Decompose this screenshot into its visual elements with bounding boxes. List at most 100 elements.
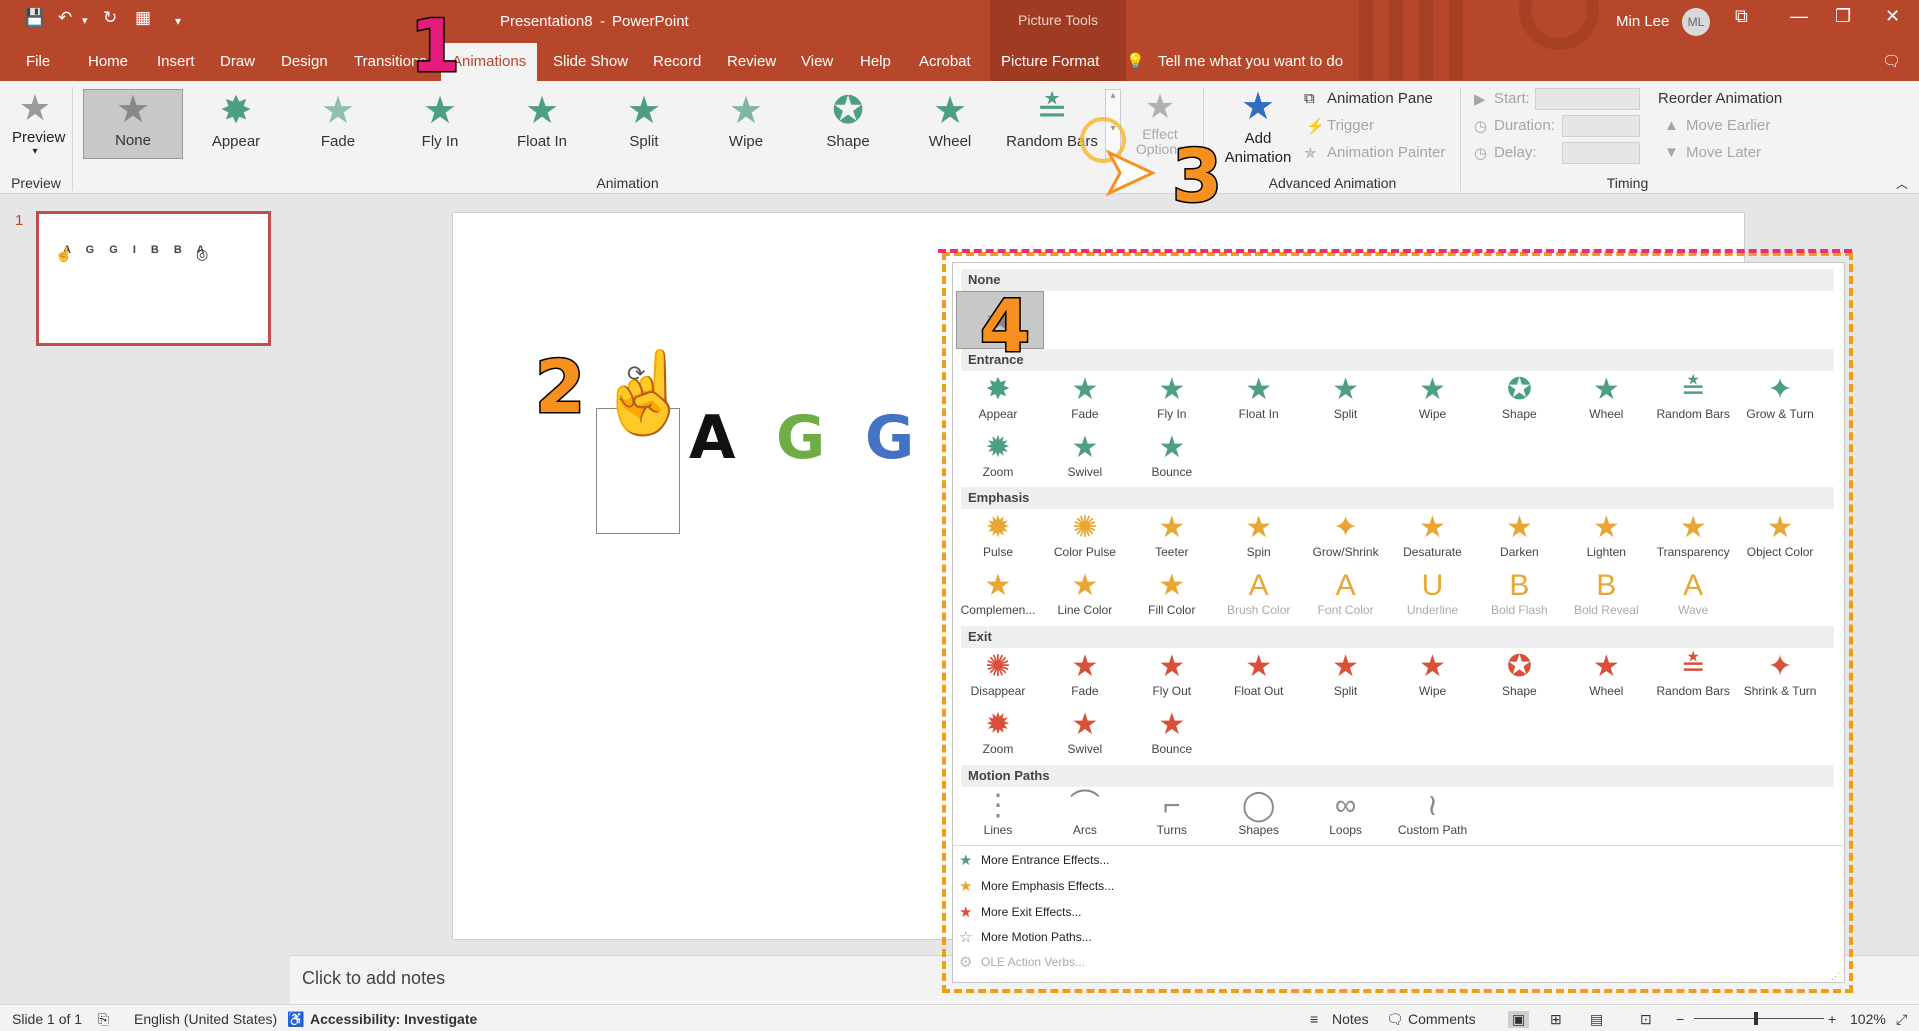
effect-emphasis-11[interactable]: ★ Line Color: [1042, 569, 1128, 627]
effect-entrance-8[interactable]: ≛ Random Bars: [1650, 373, 1736, 431]
effect-entrance-0[interactable]: ✸ Appear: [955, 373, 1041, 431]
effect-exit-5[interactable]: ★ Wipe: [1390, 650, 1476, 708]
effect-entrance-1[interactable]: ★ Fade: [1042, 373, 1128, 431]
gallery-float-in[interactable]: ★ Float In: [492, 91, 592, 155]
present-icon[interactable]: ▦: [135, 8, 151, 28]
effect-emphasis-5[interactable]: ★ Desaturate: [1390, 511, 1476, 569]
comments-button[interactable]: Comments: [1408, 1011, 1476, 1027]
move-later-button[interactable]: Move Later: [1686, 144, 1761, 161]
effect-exit-4[interactable]: ★ Split: [1303, 650, 1389, 708]
more-exit-effects[interactable]: ★ More Exit Effects...: [959, 904, 1081, 921]
slideshow-icon[interactable]: ⊡: [1640, 1011, 1652, 1028]
effect-emphasis-17[interactable]: B Bold Reveal: [1563, 569, 1649, 627]
effect-emphasis-1[interactable]: ✺ Color Pulse: [1042, 511, 1128, 569]
close-icon[interactable]: ✕: [1885, 6, 1900, 27]
tab-acrobat[interactable]: Acrobat: [919, 46, 971, 81]
tab-record[interactable]: Record: [653, 46, 701, 81]
avatar[interactable]: ML: [1682, 8, 1710, 36]
animation-painter-button[interactable]: Animation Painter: [1327, 144, 1445, 161]
effect-motion-0[interactable]: ⋮ Lines: [955, 789, 1041, 847]
effect-entrance-3[interactable]: ★ Float In: [1216, 373, 1302, 431]
delay-input[interactable]: [1562, 142, 1640, 164]
effect-emphasis-2[interactable]: ★ Teeter: [1129, 511, 1215, 569]
effect-emphasis-15[interactable]: U Underline: [1390, 569, 1476, 627]
maximize-icon[interactable]: ❐: [1835, 6, 1851, 27]
notes-placeholder[interactable]: Click to add notes: [302, 968, 445, 989]
tab-help[interactable]: Help: [860, 46, 891, 81]
tab-draw[interactable]: Draw: [220, 46, 255, 81]
effect-emphasis-14[interactable]: A Font Color: [1303, 569, 1389, 627]
spelling-icon[interactable]: ⎘: [98, 1011, 109, 1028]
tab-picture-format[interactable]: Picture Format: [1001, 46, 1099, 81]
gallery-wheel[interactable]: ★ Wheel: [900, 91, 1000, 155]
effect-emphasis-7[interactable]: ★ Lighten: [1563, 511, 1649, 569]
effect-emphasis-10[interactable]: ★ Complemen...: [955, 569, 1041, 627]
effect-exit-10[interactable]: ✹ Zoom: [955, 708, 1041, 766]
effect-motion-1[interactable]: ⌒ Arcs: [1042, 789, 1128, 847]
trigger-button[interactable]: Trigger: [1327, 117, 1374, 134]
slide-letter-g[interactable]: G: [776, 403, 825, 473]
save-icon[interactable]: 💾: [24, 8, 45, 28]
effect-exit-3[interactable]: ★ Float Out: [1216, 650, 1302, 708]
fit-slide-icon[interactable]: ⤢: [1896, 1011, 1907, 1028]
tab-design[interactable]: Design: [281, 46, 328, 81]
effect-emphasis-18[interactable]: A Wave: [1650, 569, 1736, 627]
redo-icon[interactable]: ↻: [103, 8, 117, 28]
effect-emphasis-0[interactable]: ✹ Pulse: [955, 511, 1041, 569]
tab-home[interactable]: Home: [88, 46, 128, 81]
effect-entrance-2[interactable]: ★ Fly In: [1129, 373, 1215, 431]
accessibility-status[interactable]: Accessibility: Investigate: [310, 1011, 477, 1027]
effect-exit-6[interactable]: ✪ Shape: [1476, 650, 1562, 708]
slide-thumbnail[interactable]: A G G I B B A ☝ ◎: [36, 211, 271, 346]
effect-motion-2[interactable]: ⌐ Turns: [1129, 789, 1215, 847]
slide-letter-g-blue[interactable]: G: [865, 403, 914, 473]
notes-button[interactable]: Notes: [1332, 1011, 1369, 1027]
zoom-level[interactable]: 102%: [1850, 1011, 1886, 1027]
collapse-ribbon-icon[interactable]: ︿: [1896, 175, 1908, 192]
effect-entrance-9[interactable]: ✦ Grow & Turn: [1737, 373, 1823, 431]
preview-button[interactable]: ★ Preview ▾: [12, 87, 65, 157]
effect-motion-5[interactable]: ≀ Custom Path: [1390, 789, 1476, 847]
effect-exit-12[interactable]: ★ Bounce: [1129, 708, 1215, 766]
comments-icon[interactable]: 🗨: [1882, 46, 1901, 81]
effect-exit-1[interactable]: ★ Fade: [1042, 650, 1128, 708]
effect-emphasis-9[interactable]: ★ Object Color: [1737, 511, 1823, 569]
effect-entrance-6[interactable]: ✪ Shape: [1476, 373, 1562, 431]
effect-emphasis-12[interactable]: ★ Fill Color: [1129, 569, 1215, 627]
more-emphasis-effects[interactable]: ★ More Emphasis Effects...: [959, 878, 1114, 895]
tab-view[interactable]: View: [801, 46, 833, 81]
more-motion-paths[interactable]: ☆ More Motion Paths...: [959, 929, 1092, 946]
add-animation-button[interactable]: ★ Add Animation: [1213, 85, 1303, 167]
gallery-none[interactable]: ★ None: [83, 89, 183, 159]
gallery-fade[interactable]: ★ Fade: [288, 91, 388, 155]
reading-view-icon[interactable]: ▤: [1590, 1011, 1603, 1028]
effect-emphasis-6[interactable]: ★ Darken: [1476, 511, 1562, 569]
rotate-handle-icon[interactable]: ⟳: [627, 361, 645, 387]
undo-icon[interactable]: ↶: [58, 8, 72, 28]
gallery-appear[interactable]: ✸ Appear: [186, 91, 286, 155]
effect-exit-9[interactable]: ✦ Shrink & Turn: [1737, 650, 1823, 708]
zoom-slider-thumb[interactable]: [1754, 1012, 1758, 1025]
gallery-shape[interactable]: ✪ Shape: [798, 91, 898, 155]
gallery-fly-in[interactable]: ★ Fly In: [390, 91, 490, 155]
animation-pane-button[interactable]: Animation Pane: [1327, 90, 1433, 107]
resize-grip-icon[interactable]: ⋰: [1831, 971, 1840, 982]
effect-entrance-12[interactable]: ★ Bounce: [1129, 431, 1215, 489]
tell-me-search[interactable]: Tell me what you want to do: [1158, 46, 1343, 81]
effect-entrance-11[interactable]: ★ Swivel: [1042, 431, 1128, 489]
gallery-wipe[interactable]: ★ Wipe: [696, 91, 796, 155]
customize-qat-icon[interactable]: ▾: [175, 14, 181, 28]
effect-exit-7[interactable]: ★ Wheel: [1563, 650, 1649, 708]
tab-insert[interactable]: Insert: [157, 46, 195, 81]
tab-file[interactable]: File: [26, 46, 50, 81]
move-earlier-button[interactable]: Move Earlier: [1686, 117, 1770, 134]
effect-exit-2[interactable]: ★ Fly Out: [1129, 650, 1215, 708]
effect-entrance-7[interactable]: ★ Wheel: [1563, 373, 1649, 431]
slide-letter-a[interactable]: A: [689, 403, 735, 473]
effect-emphasis-8[interactable]: ★ Transparency: [1650, 511, 1736, 569]
effect-emphasis-3[interactable]: ★ Spin: [1216, 511, 1302, 569]
effect-entrance-4[interactable]: ★ Split: [1303, 373, 1389, 431]
minimize-icon[interactable]: —: [1790, 6, 1808, 27]
slide-sorter-icon[interactable]: ⊞: [1550, 1011, 1562, 1028]
zoom-in-icon[interactable]: +: [1828, 1011, 1836, 1027]
